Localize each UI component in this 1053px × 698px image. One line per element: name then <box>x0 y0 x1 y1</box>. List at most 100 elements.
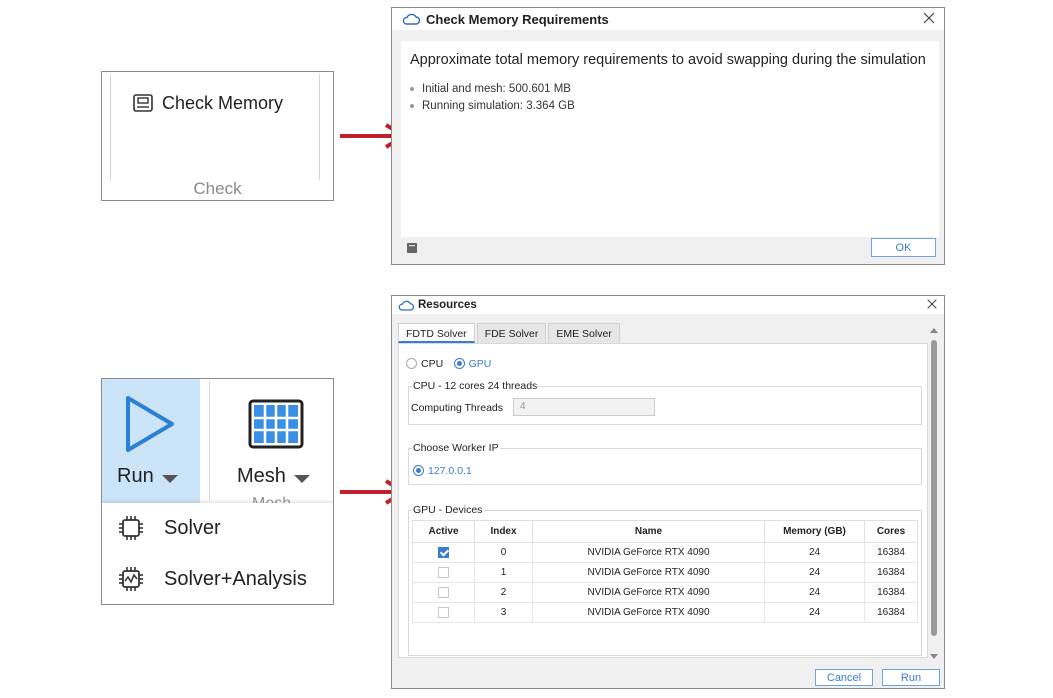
check-group-label: Check <box>193 179 242 198</box>
list-item: Initial and mesh: 500.601 MB <box>410 80 575 97</box>
cpu-group: CPU - 12 cores 24 threads Computing Thre… <box>408 380 922 425</box>
memory-heading: Approximate total memory requirements to… <box>410 52 926 68</box>
cloud-icon <box>398 300 414 311</box>
name-cell: NVIDIA GeForce RTX 4090 <box>532 562 765 583</box>
cloud-icon <box>402 13 420 25</box>
worker-ip-option[interactable]: 127.0.0.1 <box>413 462 478 480</box>
book-icon[interactable] <box>406 242 418 254</box>
worker-ip-group: Choose Worker IP 127.0.0.1 <box>408 442 922 485</box>
worker-group-title: Choose Worker IP <box>412 442 500 454</box>
memory-chip-icon <box>133 94 153 112</box>
solver-tabs: FDTD Solver FDE Solver EME Solver <box>398 323 622 343</box>
active-checkbox[interactable] <box>438 546 449 558</box>
scroll-down-icon[interactable] <box>930 654 938 659</box>
ok-button[interactable]: OK <box>871 238 936 257</box>
check-toolbar-panel: Check Memory Check <box>101 71 334 201</box>
tab-fdtd-solver[interactable]: FDTD Solver <box>398 323 475 343</box>
index-cell: 0 <box>474 542 533 563</box>
memory-item-text: Running simulation: 3.364 GB <box>422 99 575 112</box>
gpu-devices-group: GPU - Devices Active Index Name Memory (… <box>408 504 922 656</box>
cpu-analysis-icon <box>119 567 143 591</box>
memory-cell: 24 <box>764 582 865 603</box>
index-cell: 1 <box>474 562 533 583</box>
column-header[interactable]: Cores <box>864 520 918 543</box>
cancel-button[interactable]: Cancel <box>815 669 873 686</box>
gpu-group-title: GPU - Devices <box>412 504 484 516</box>
active-cell <box>412 542 475 563</box>
menu-item-label: Solver <box>164 516 221 539</box>
memory-cell: 24 <box>764 602 865 623</box>
computing-threads-label: Computing Threads <box>411 402 504 414</box>
table-row: 2 NVIDIA GeForce RTX 4090 24 16384 <box>412 582 918 603</box>
scroll-up-icon[interactable] <box>930 328 938 333</box>
active-checkbox[interactable] <box>438 566 449 578</box>
memory-report-panel: Approximate total memory requirements to… <box>401 41 939 237</box>
scroll-thumb[interactable] <box>931 340 937 636</box>
chevron-down-icon <box>161 474 178 483</box>
active-cell <box>412 562 475 583</box>
memory-cell: 24 <box>764 562 865 583</box>
tab-eme-solver[interactable]: EME Solver <box>548 323 620 343</box>
mesh-grid-icon[interactable] <box>248 399 304 449</box>
cpu-group-title: CPU - 12 cores 24 threads <box>412 380 539 392</box>
run-dropdown[interactable]: Run <box>117 465 178 488</box>
table-row: 3 NVIDIA GeForce RTX 4090 24 16384 <box>412 602 918 623</box>
memory-cell: 24 <box>764 542 865 563</box>
vertical-scrollbar[interactable] <box>929 326 939 661</box>
column-header[interactable]: Active <box>412 520 475 543</box>
menu-item-solver-analysis[interactable]: Solver+Analysis <box>118 566 307 592</box>
run-dropdown-menu: Solver Solver+Analysis <box>102 503 333 604</box>
cpu-chip-icon <box>119 516 143 540</box>
divider <box>110 74 111 180</box>
mesh-dropdown[interactable]: Mesh <box>237 465 310 488</box>
dialog-title: Resources <box>418 299 477 311</box>
mesh-label: Mesh <box>237 465 286 487</box>
active-checkbox[interactable] <box>438 606 449 618</box>
dialog-title: Check Memory Requirements <box>426 11 609 27</box>
gpu-devices-table: Active Index Name Memory (GB) Cores 0 NV… <box>412 520 918 623</box>
dialog-title-bar: Check Memory Requirements <box>392 8 944 30</box>
run-toolbar-panel: Run Mesh Mesh Solver <box>101 378 334 605</box>
name-cell: NVIDIA GeForce RTX 4090 <box>532 582 765 603</box>
fdtd-solver-panel: CPU GPU CPU - 12 cores 24 threads Comput… <box>398 343 928 658</box>
divider <box>209 381 210 501</box>
cores-cell: 16384 <box>864 542 918 563</box>
index-cell: 2 <box>474 582 533 603</box>
worker-ip-radio[interactable] <box>413 465 424 477</box>
menu-item-label: Solver+Analysis <box>164 567 307 590</box>
column-header[interactable]: Memory (GB) <box>764 520 865 543</box>
tab-fde-solver[interactable]: FDE Solver <box>476 323 547 343</box>
index-cell: 3 <box>474 602 533 623</box>
check-memory-dialog: Check Memory Requirements Approximate to… <box>391 7 945 265</box>
column-header[interactable]: Name <box>532 520 765 543</box>
table-row: 0 NVIDIA GeForce RTX 4090 24 16384 <box>412 542 918 563</box>
resources-dialog: Resources FDTD Solver FDE Solver EME Sol… <box>391 295 945 689</box>
check-memory-label: Check Memory <box>162 92 284 113</box>
check-memory-button[interactable]: Check Memory <box>132 92 283 114</box>
table-header-row: Active Index Name Memory (GB) Cores <box>412 520 918 543</box>
active-cell <box>412 602 475 623</box>
close-icon[interactable] <box>926 298 938 310</box>
worker-ip-label: 127.0.0.1 <box>428 464 472 477</box>
gpu-radio[interactable] <box>453 358 465 370</box>
gpu-radio-label: GPU <box>468 357 492 370</box>
divider <box>319 74 320 180</box>
dialog-title-bar: Resources <box>392 296 944 314</box>
memory-item-text: Initial and mesh: 500.601 MB <box>422 82 571 95</box>
run-button[interactable]: Run <box>882 669 940 686</box>
close-icon[interactable] <box>922 11 936 25</box>
menu-item-solver[interactable]: Solver <box>118 515 221 541</box>
active-cell <box>412 582 475 603</box>
active-checkbox[interactable] <box>438 586 449 598</box>
device-radio-group: CPU GPU <box>406 355 497 373</box>
cores-cell: 16384 <box>864 562 918 583</box>
cpu-radio[interactable] <box>406 358 417 370</box>
cpu-radio-label: CPU <box>421 357 444 370</box>
cores-cell: 16384 <box>864 582 918 603</box>
column-header[interactable]: Index <box>474 520 533 543</box>
list-item: Running simulation: 3.364 GB <box>410 97 575 114</box>
name-cell: NVIDIA GeForce RTX 4090 <box>532 602 765 623</box>
name-cell: NVIDIA GeForce RTX 4090 <box>532 542 765 563</box>
bullet-icon <box>410 86 414 91</box>
computing-threads-field[interactable]: 4 <box>513 398 655 416</box>
